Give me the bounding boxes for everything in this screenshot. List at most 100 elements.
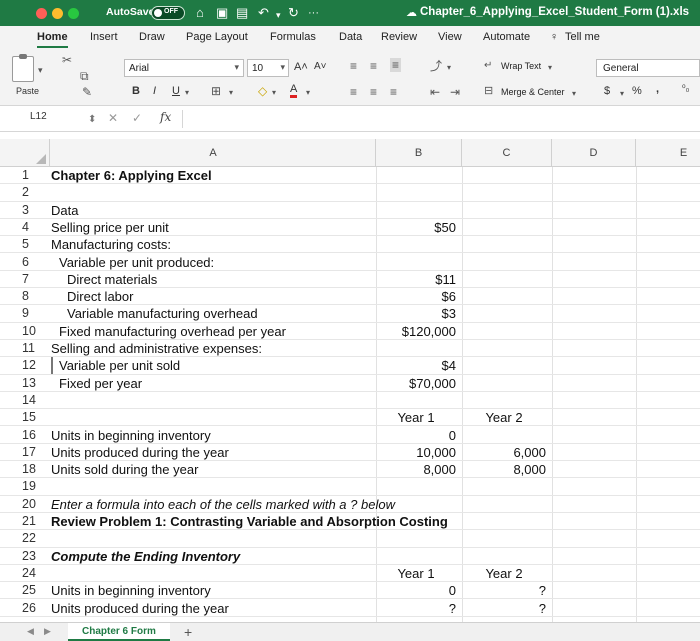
- cell-b[interactable]: 10,000: [376, 444, 456, 460]
- tab-draw[interactable]: Draw: [139, 31, 165, 43]
- font-color-button[interactable]: A: [290, 83, 298, 98]
- cell-c[interactable]: [462, 236, 546, 252]
- save-icon[interactable]: ▣: [216, 5, 228, 21]
- enter-icon[interactable]: ✓: [132, 111, 142, 125]
- cell-b[interactable]: Year 1: [376, 565, 456, 581]
- cell-c[interactable]: 8,000: [462, 461, 546, 477]
- copy-icon[interactable]: ⧉: [80, 70, 89, 82]
- cell-a[interactable]: Fixed per year: [51, 375, 142, 391]
- cell-c[interactable]: [462, 184, 546, 200]
- row-number[interactable]: 26: [22, 600, 48, 616]
- cell-c[interactable]: [462, 219, 546, 235]
- maximize-window-button[interactable]: [68, 8, 79, 19]
- cell-c[interactable]: [462, 288, 546, 304]
- cell-b[interactable]: [376, 392, 456, 408]
- cell-c[interactable]: [462, 254, 546, 270]
- redo-icon[interactable]: ↻: [288, 5, 299, 21]
- cell-c[interactable]: [462, 340, 546, 356]
- font-size-select[interactable]: 10 ▾: [247, 59, 289, 77]
- align-center-icon[interactable]: ≡: [370, 86, 377, 98]
- cell-b[interactable]: ?: [376, 600, 456, 616]
- cell-b[interactable]: $6: [376, 288, 456, 304]
- cell-a[interactable]: Units produced during the year: [51, 600, 229, 616]
- row-number[interactable]: 9: [22, 305, 48, 321]
- cell-b[interactable]: [376, 202, 456, 218]
- row-number[interactable]: 11: [22, 340, 48, 356]
- comma-button[interactable]: ,: [656, 83, 659, 95]
- tab-insert[interactable]: Insert: [90, 31, 118, 43]
- format-painter-icon[interactable]: ✎: [82, 86, 92, 98]
- chevron-down-icon[interactable]: ▾: [620, 88, 624, 100]
- currency-button[interactable]: $: [604, 85, 610, 97]
- paste-icon[interactable]: [12, 54, 34, 82]
- cell-b[interactable]: [376, 340, 456, 356]
- cell-b[interactable]: 0: [376, 582, 456, 598]
- row-number[interactable]: 4: [22, 219, 48, 235]
- tab-formulas[interactable]: Formulas: [270, 31, 316, 43]
- cell-c[interactable]: [462, 271, 546, 287]
- tab-automate[interactable]: Automate: [483, 31, 530, 43]
- select-all-corner[interactable]: [25, 139, 50, 167]
- chevron-down-icon[interactable]: ▾: [229, 87, 233, 99]
- cell-b[interactable]: [376, 513, 456, 529]
- name-box-dropdown-icon[interactable]: ⬍: [88, 114, 96, 125]
- cell-b[interactable]: 0: [376, 427, 456, 443]
- row-number[interactable]: 23: [22, 548, 48, 564]
- column-header-c[interactable]: C: [462, 139, 552, 167]
- cut-icon[interactable]: ✂: [62, 54, 72, 66]
- row-number[interactable]: 8: [22, 288, 48, 304]
- row-number[interactable]: 12: [22, 357, 48, 373]
- prev-sheet-icon[interactable]: ◀: [27, 626, 34, 637]
- cell-c[interactable]: [462, 513, 546, 529]
- cell-c[interactable]: [462, 496, 546, 512]
- sheet-tab-chapter-6-form[interactable]: Chapter 6 Form: [68, 623, 170, 641]
- tab-data[interactable]: Data: [339, 31, 362, 43]
- formula-input[interactable]: [182, 110, 692, 128]
- cell-b[interactable]: $3: [376, 305, 456, 321]
- cell-a[interactable]: Data: [51, 202, 78, 218]
- cell-c[interactable]: [462, 167, 546, 183]
- row-number[interactable]: 16: [22, 427, 48, 443]
- cell-a[interactable]: Compute the Ending Inventory: [51, 548, 240, 564]
- row-number[interactable]: 20: [22, 496, 48, 512]
- cell-c[interactable]: [462, 357, 546, 373]
- tab-page-layout[interactable]: Page Layout: [186, 31, 248, 43]
- cell-b[interactable]: $70,000: [376, 375, 456, 391]
- cell-c[interactable]: [462, 530, 546, 546]
- cell-b[interactable]: [376, 254, 456, 270]
- cell-a[interactable]: Fixed manufacturing overhead per year: [51, 323, 286, 339]
- align-right-icon[interactable]: ≡: [390, 86, 397, 98]
- cell-a[interactable]: Manufacturing costs:: [51, 236, 171, 252]
- cell-c[interactable]: [462, 427, 546, 443]
- decrease-indent-icon[interactable]: ⇤: [430, 86, 440, 98]
- merge-center-button[interactable]: Merge & Center: [501, 87, 565, 97]
- cell-b[interactable]: [376, 184, 456, 200]
- cell-a[interactable]: Units sold during the year: [51, 461, 198, 477]
- cell-b[interactable]: 8,000: [376, 461, 456, 477]
- column-header-e[interactable]: E: [636, 139, 700, 167]
- cell-b[interactable]: [376, 530, 456, 546]
- cell-b[interactable]: [376, 478, 456, 494]
- cell-c[interactable]: [462, 478, 546, 494]
- undo-dropdown-icon[interactable]: ▾: [276, 7, 281, 23]
- cell-c[interactable]: [462, 202, 546, 218]
- more-commands-icon[interactable]: ···: [308, 5, 319, 21]
- font-name-select[interactable]: Arial ▾: [124, 59, 244, 77]
- row-number[interactable]: 19: [22, 478, 48, 494]
- align-top-icon[interactable]: ≡: [350, 60, 357, 72]
- align-middle-icon[interactable]: ≡: [370, 60, 377, 72]
- cell-a[interactable]: Variable per unit produced:: [51, 254, 214, 270]
- grow-font-button[interactable]: A˄: [294, 61, 308, 73]
- tell-me-search[interactable]: Tell me: [565, 31, 600, 43]
- chevron-down-icon[interactable]: ▾: [272, 87, 276, 99]
- cell-c[interactable]: [462, 375, 546, 391]
- tab-review[interactable]: Review: [381, 31, 417, 43]
- cell-a[interactable]: Chapter 6: Applying Excel: [51, 167, 212, 183]
- align-left-icon[interactable]: ≡: [350, 86, 357, 98]
- align-bottom-icon[interactable]: ≡: [390, 58, 402, 72]
- cell-c[interactable]: Year 2: [462, 409, 546, 425]
- cell-c[interactable]: [462, 548, 546, 564]
- cell-c[interactable]: [462, 392, 546, 408]
- orientation-icon[interactable]: ⤴: [430, 60, 442, 72]
- row-number[interactable]: 18: [22, 461, 48, 477]
